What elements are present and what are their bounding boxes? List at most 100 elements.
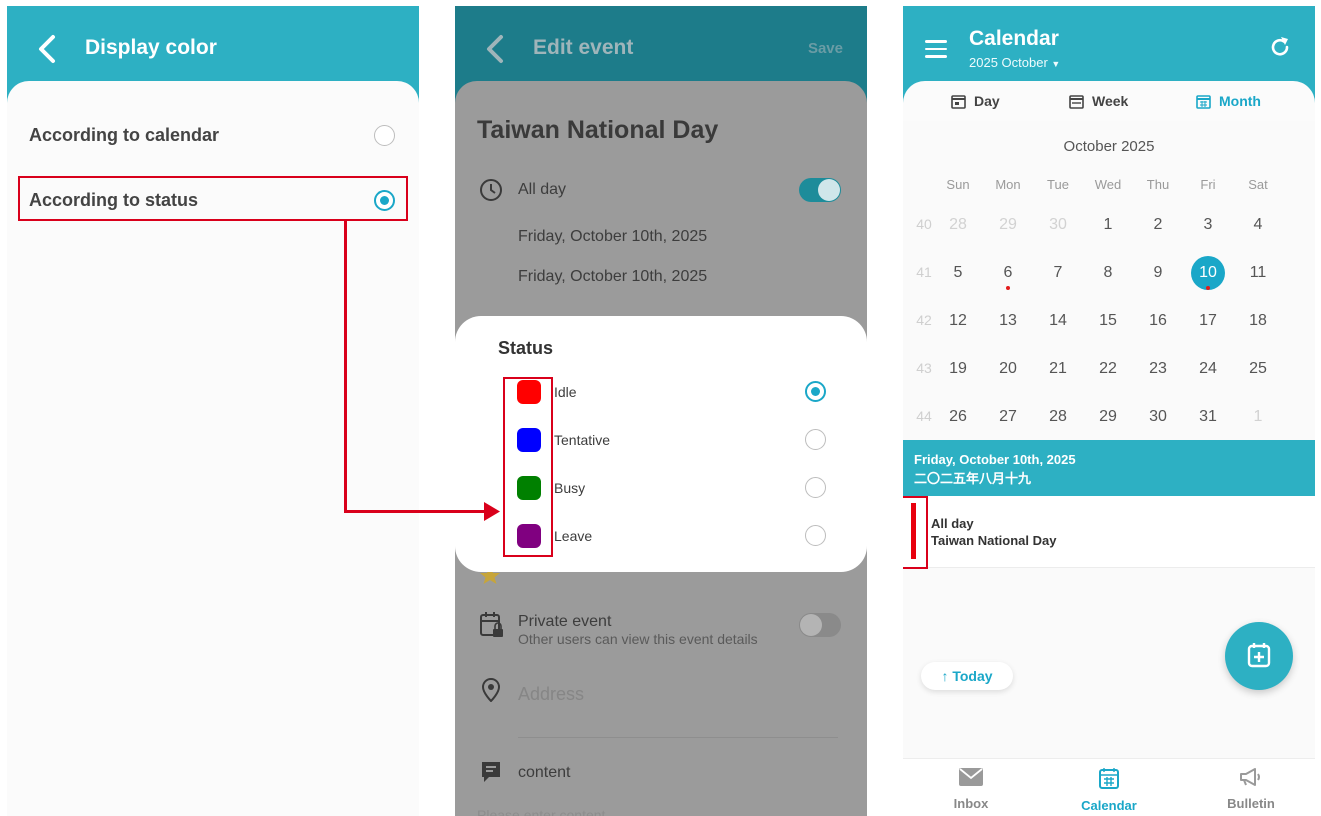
tab-day[interactable]: Day xyxy=(951,93,1000,109)
day-cell[interactable]: 27 xyxy=(983,408,1033,426)
toggle-knob xyxy=(818,179,840,201)
menu-icon[interactable] xyxy=(925,40,947,58)
day-cell[interactable]: 22 xyxy=(1083,360,1133,378)
event-dot xyxy=(1206,286,1210,290)
day-cell[interactable]: 28 xyxy=(1033,408,1083,426)
end-date[interactable]: Friday, October 10th, 2025 xyxy=(518,268,707,286)
day-cell[interactable]: 29 xyxy=(1083,408,1133,426)
calendar-screen: Calendar 2025 October ▼ Day Week Month O… xyxy=(903,6,1315,816)
day-cell[interactable]: 25 xyxy=(1233,360,1283,378)
address-input[interactable]: Address xyxy=(518,684,584,705)
start-date[interactable]: Friday, October 10th, 2025 xyxy=(518,228,707,246)
weekday-header: Mon xyxy=(995,177,1021,192)
clock-icon xyxy=(480,179,502,201)
status-label: Leave xyxy=(554,528,593,544)
day-cell[interactable]: 3 xyxy=(1183,216,1233,234)
day-cell[interactable]: 14 xyxy=(1033,312,1083,330)
day-cell[interactable]: 31 xyxy=(1183,408,1233,426)
day-cell[interactable]: 5 xyxy=(933,264,983,282)
private-event-description: Other users can view this event details xyxy=(518,631,758,647)
day-cell[interactable]: 18 xyxy=(1233,312,1283,330)
month-title: October 2025 xyxy=(1063,138,1155,155)
calendar-day-icon xyxy=(951,95,966,109)
weekday-header: Sun xyxy=(946,177,970,192)
content-input[interactable]: Please enter content xyxy=(477,807,605,816)
weekday-header: Fri xyxy=(1200,177,1216,192)
event-title: Taiwan National Day xyxy=(931,533,1057,548)
private-event-label: Private event xyxy=(518,613,612,630)
add-calendar-icon xyxy=(1247,643,1271,668)
status-label: Idle xyxy=(554,384,577,400)
event-title[interactable]: Taiwan National Day xyxy=(477,116,718,145)
selected-date: Friday, October 10th, 2025 xyxy=(914,452,1076,467)
refresh-icon[interactable] xyxy=(1269,35,1291,59)
event-item[interactable]: All day Taiwan National Day xyxy=(903,496,1315,569)
day-cell[interactable]: 11 xyxy=(1233,264,1283,282)
nav-bulletin[interactable]: Bulletin xyxy=(1191,767,1311,811)
radio-button[interactable] xyxy=(805,429,826,450)
today-button[interactable]: ↑ Today xyxy=(921,662,1013,690)
day-cell[interactable]: 8 xyxy=(1083,264,1133,282)
day-cell[interactable]: 21 xyxy=(1033,360,1083,378)
day-cell-selected[interactable]: 10 xyxy=(1183,264,1233,282)
day-cell[interactable]: 28 xyxy=(933,216,983,234)
tab-month[interactable]: Month xyxy=(1196,93,1261,109)
day-cell[interactable]: 7 xyxy=(1033,264,1083,282)
connector-line xyxy=(344,220,347,513)
arrowhead-icon xyxy=(484,502,500,521)
back-arrow-icon[interactable] xyxy=(33,32,63,66)
day-cell[interactable]: 12 xyxy=(933,312,983,330)
status-label: Tentative xyxy=(554,432,611,448)
month-selector[interactable]: 2025 October ▼ xyxy=(969,55,1060,70)
day-cell[interactable]: 13 xyxy=(983,312,1033,330)
content-label: content xyxy=(518,764,571,781)
day-cell[interactable]: 16 xyxy=(1133,312,1183,330)
add-event-button[interactable] xyxy=(1225,622,1293,690)
display-color-screen: Display color According to calendar Acco… xyxy=(7,6,419,816)
option-according-to-calendar[interactable]: According to calendar xyxy=(7,111,419,161)
tab-label: Day xyxy=(974,93,1000,109)
day-cell[interactable]: 15 xyxy=(1083,312,1133,330)
calendar-lock-icon xyxy=(480,612,503,637)
radio-button[interactable] xyxy=(374,125,395,146)
day-cell[interactable]: 6 xyxy=(983,264,1033,282)
radio-button[interactable] xyxy=(805,477,826,498)
radio-button[interactable] xyxy=(805,525,826,546)
caret-down-icon: ▼ xyxy=(1051,59,1061,69)
weekday-header: Thu xyxy=(1146,177,1170,192)
highlight-box xyxy=(18,176,408,221)
day-cell[interactable]: 20 xyxy=(983,360,1033,378)
content-note-icon xyxy=(482,762,500,782)
day-cell[interactable]: 9 xyxy=(1133,264,1183,282)
status-label: Busy xyxy=(554,480,586,496)
day-cell[interactable]: 29 xyxy=(983,216,1033,234)
divider xyxy=(518,737,838,738)
save-button[interactable]: Save xyxy=(808,40,843,57)
nav-label: Calendar xyxy=(1081,798,1137,813)
all-day-label: All day xyxy=(518,181,567,198)
bottom-nav: Inbox Calendar Bulletin xyxy=(903,758,1315,816)
day-cell[interactable]: 24 xyxy=(1183,360,1233,378)
all-day-toggle[interactable] xyxy=(799,178,841,202)
day-cell[interactable]: 2 xyxy=(1133,216,1183,234)
nav-calendar[interactable]: Calendar xyxy=(1049,767,1169,813)
tab-label: Month xyxy=(1219,93,1261,109)
dialog-title: Status xyxy=(498,338,554,358)
edit-event-screen: Edit event Save Taiwan National Day All … xyxy=(455,6,867,816)
day-cell[interactable]: 26 xyxy=(933,408,983,426)
day-cell[interactable]: 1 xyxy=(1083,216,1133,234)
private-event-toggle[interactable] xyxy=(799,613,841,637)
day-cell[interactable]: 23 xyxy=(1133,360,1183,378)
back-arrow-icon[interactable] xyxy=(481,32,511,66)
day-cell[interactable]: 30 xyxy=(1133,408,1183,426)
event-time: All day xyxy=(931,516,974,531)
nav-inbox[interactable]: Inbox xyxy=(911,767,1031,811)
page-title: Calendar xyxy=(969,27,1059,50)
day-cell[interactable]: 4 xyxy=(1233,216,1283,234)
tab-week[interactable]: Week xyxy=(1069,93,1128,109)
day-cell[interactable]: 19 xyxy=(933,360,983,378)
radio-button-selected[interactable] xyxy=(805,381,826,402)
day-cell[interactable]: 17 xyxy=(1183,312,1233,330)
day-cell[interactable]: 1 xyxy=(1233,408,1283,426)
day-cell[interactable]: 30 xyxy=(1033,216,1083,234)
